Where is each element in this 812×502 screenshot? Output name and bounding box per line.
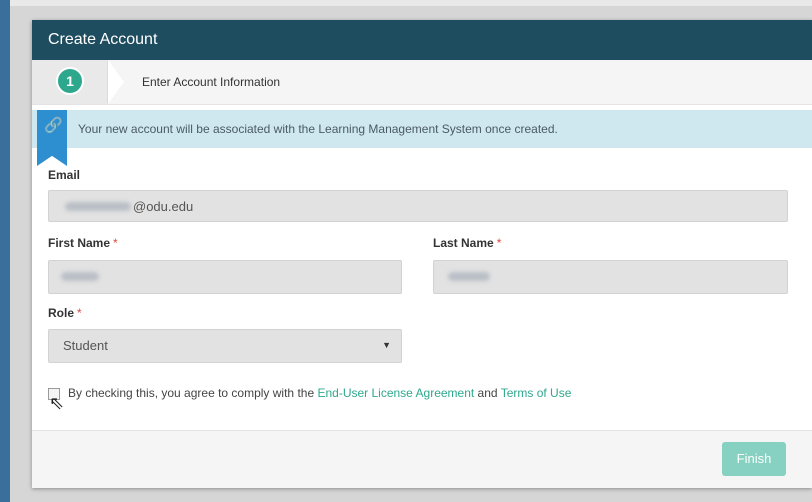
first-name-redacted <box>61 272 99 281</box>
step-chevron <box>108 60 124 104</box>
first-name-label: First Name * <box>48 236 118 250</box>
step-label: Enter Account Information <box>142 75 281 89</box>
dialog-footer <box>32 430 812 488</box>
window-left-edge <box>0 0 10 502</box>
eula-link[interactable]: End-User License Agreement <box>317 386 474 400</box>
step-number-badge: 1 <box>56 67 84 95</box>
required-marker: * <box>496 236 502 250</box>
chevron-down-icon: ▼ <box>382 340 391 350</box>
last-name-label: Last Name * <box>433 236 502 250</box>
role-label: Role * <box>48 306 82 320</box>
create-account-dialog: Create Account 1 Enter Account Informati… <box>32 20 812 488</box>
dialog-title: Create Account <box>48 31 158 48</box>
finish-button[interactable]: Finish <box>722 442 786 476</box>
window-top-edge <box>0 0 812 6</box>
terms-link[interactable]: Terms of Use <box>501 386 572 400</box>
info-banner: Your new account will be associated with… <box>32 110 812 148</box>
first-name-field[interactable] <box>48 260 402 294</box>
dialog-header: Create Account <box>32 20 812 60</box>
agreement-text: By checking this, you agree to comply wi… <box>68 386 572 400</box>
email-domain: @odu.edu <box>133 199 194 214</box>
step-bar: 1 Enter Account Information <box>32 60 812 105</box>
mouse-pointer-icon: ⇖ <box>49 393 65 413</box>
required-marker: * <box>113 236 118 250</box>
required-marker: * <box>77 306 82 320</box>
info-ribbon: 🔗 <box>37 110 67 166</box>
last-name-field[interactable] <box>433 260 788 294</box>
last-name-redacted <box>448 272 490 281</box>
email-label: Email <box>48 168 81 182</box>
role-select[interactable]: Student ▼ <box>48 329 402 363</box>
email-user-redacted <box>65 202 131 211</box>
info-text: Your new account will be associated with… <box>78 122 558 136</box>
role-value: Student <box>63 338 108 353</box>
email-field[interactable]: @odu.edu <box>48 190 788 222</box>
link-icon: 🔗 <box>44 117 63 134</box>
